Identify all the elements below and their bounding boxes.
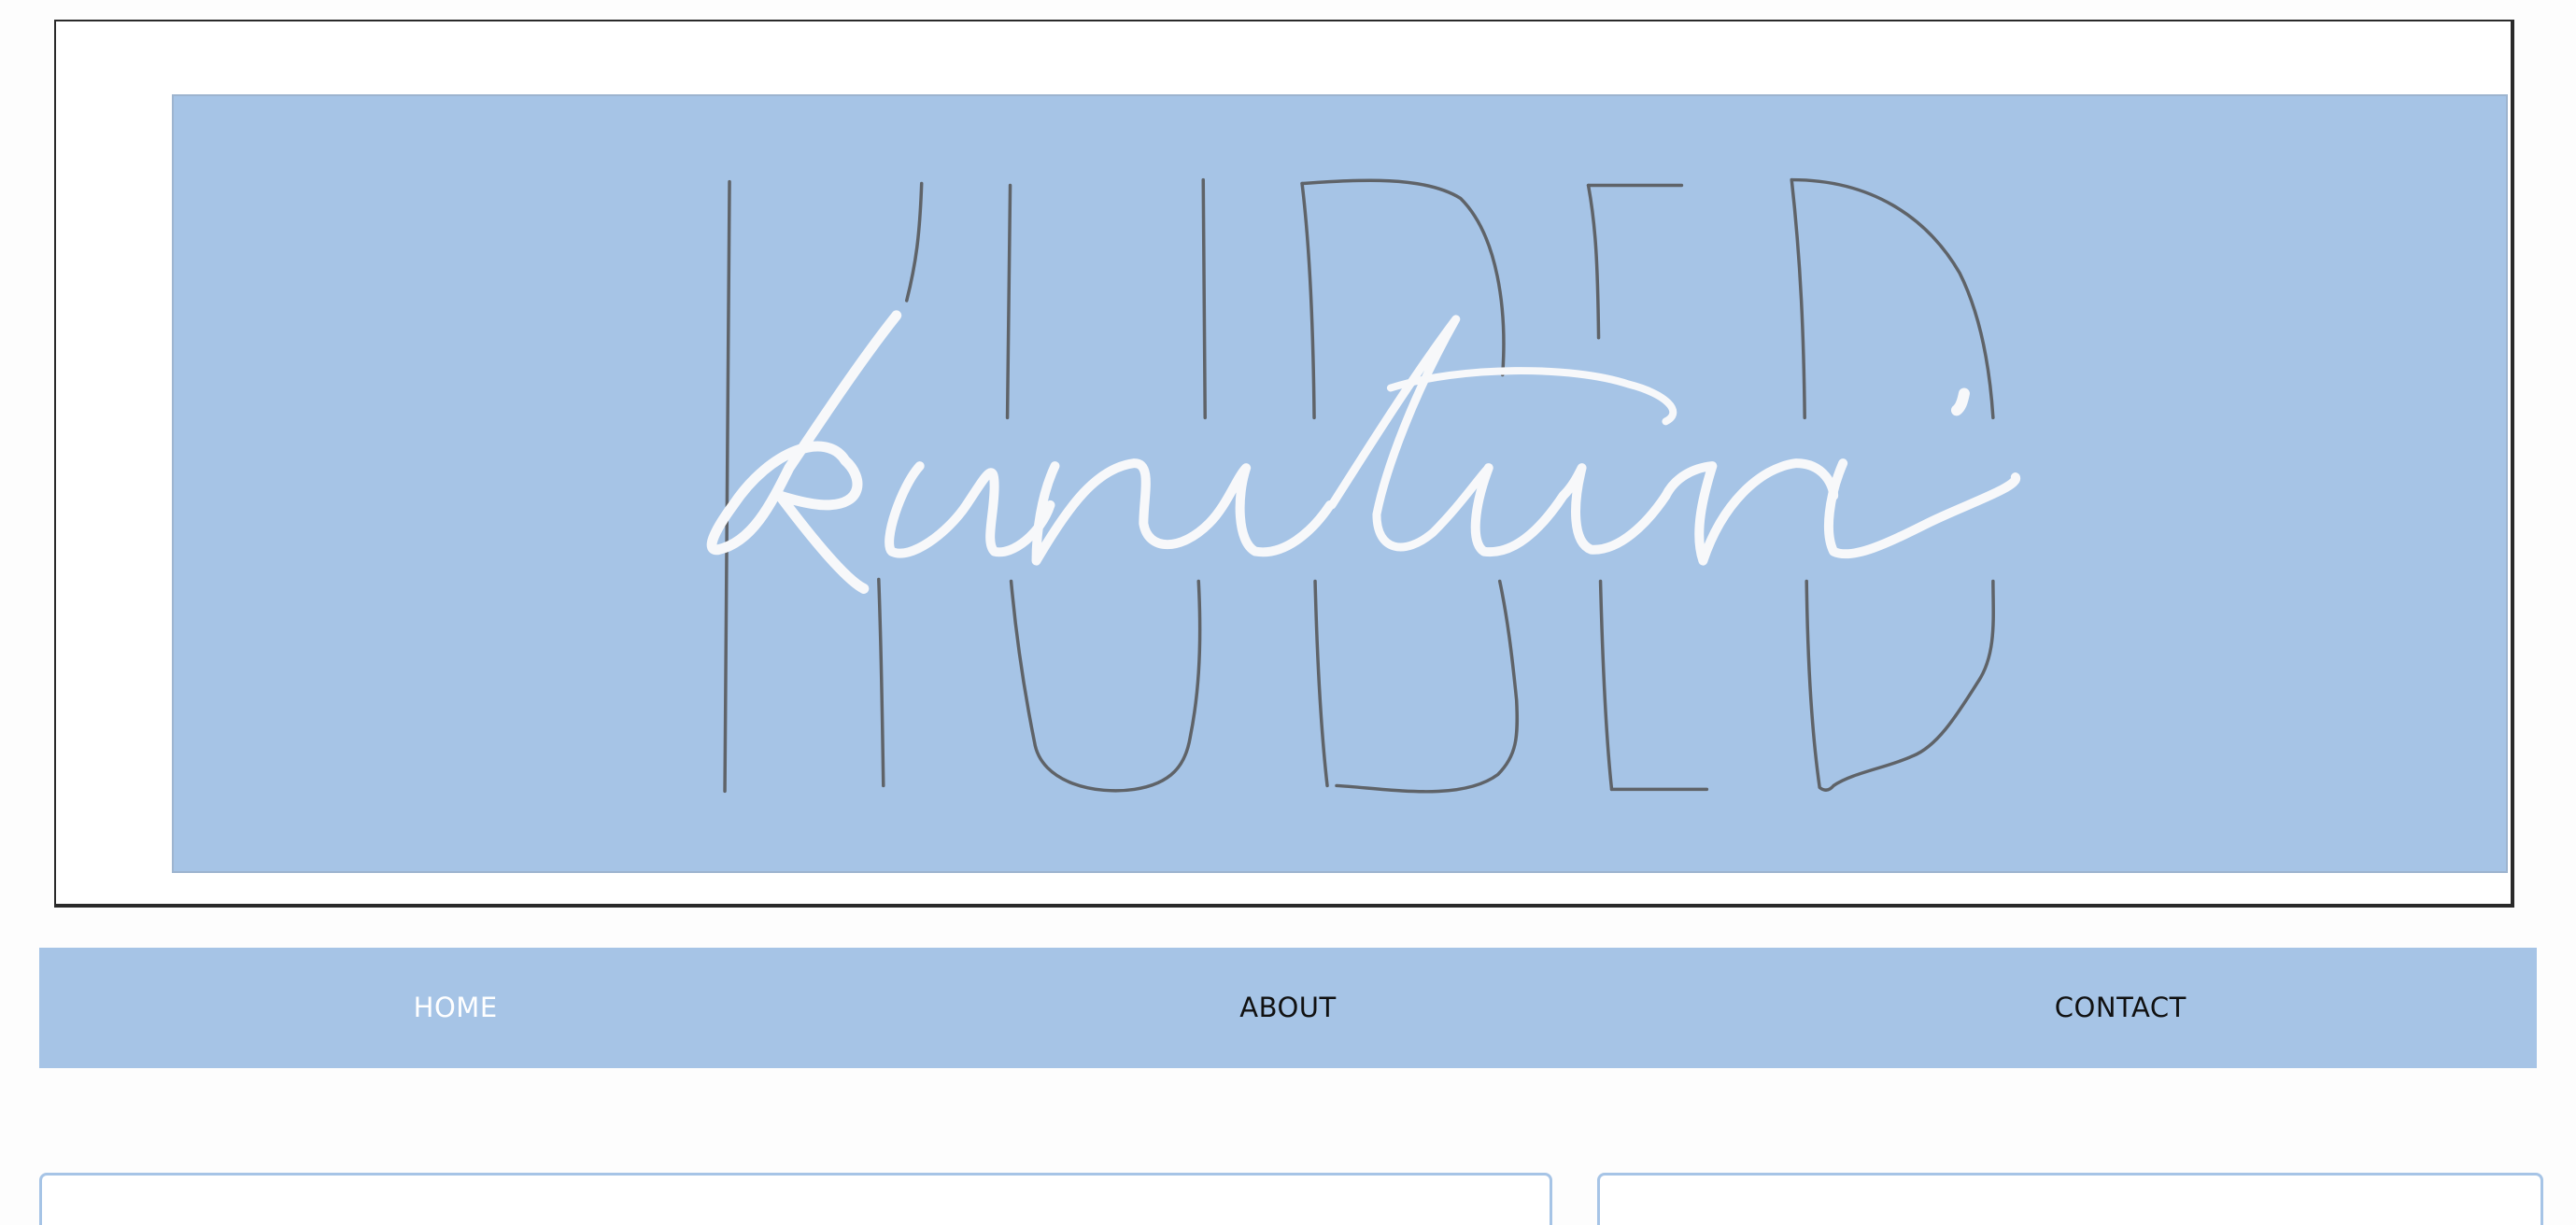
- content-card-sidebar: [1597, 1173, 2543, 1225]
- content-card-main: [39, 1173, 1552, 1225]
- logo-outline-lettering: [723, 177, 1995, 794]
- header-frame: [54, 20, 2514, 908]
- nav-contact-link[interactable]: CONTACT: [1705, 948, 2537, 1068]
- page: HOME ABOUT CONTACT: [0, 0, 2576, 1225]
- logo-banner: [172, 94, 2508, 873]
- brand-logo: [706, 177, 2020, 794]
- logo-script-signature: [706, 310, 2020, 594]
- main-nav: HOME ABOUT CONTACT: [39, 948, 2537, 1068]
- nav-about-link[interactable]: ABOUT: [871, 948, 1704, 1068]
- nav-home-link[interactable]: HOME: [39, 948, 871, 1068]
